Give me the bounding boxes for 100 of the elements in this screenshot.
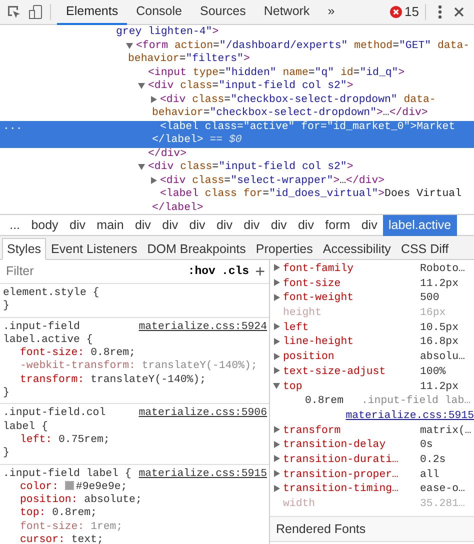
breadcrumb-item[interactable]: label.active [382,214,457,236]
property-name: font-weight [283,291,355,306]
panel-tab[interactable]: Network [254,0,319,24]
css-selector: .input-field.col [3,407,106,421]
expanded-triangle-icon[interactable] [138,82,145,90]
collapsed-triangle-icon[interactable] [273,352,280,360]
more-ellipsis[interactable]: ... [3,120,22,134]
collapsed-triangle-icon[interactable] [150,96,157,103]
collapsed-triangle-icon[interactable] [273,279,280,286]
expanded-triangle-icon[interactable] [138,163,145,170]
property-name: line-height [283,335,355,350]
breadcrumb-item[interactable]: div [238,214,266,236]
more-options-icon[interactable] [438,5,442,19]
property-value: 0s [420,438,433,453]
css-declaration: cursor: text; [19,534,104,544]
collapsed-triangle-icon[interactable] [273,264,280,272]
property-name: text-size-adjust [283,364,387,380]
collapsed-triangle-icon[interactable] [273,484,280,492]
property-value: ease-o… [420,482,465,498]
property-value: 10.5px [420,320,458,336]
closing-brace: } [3,300,10,314]
color-swatch[interactable] [64,480,74,490]
hover-state-toggle[interactable]: :hov [188,262,216,280]
code-line: <div class="select-wrapper">…</div> [160,174,385,186]
breadcrumb-item[interactable]: div [210,214,238,236]
collapsed-triangle-icon[interactable] [273,440,280,448]
collapsed-triangle-icon[interactable] [273,455,280,462]
panel-tab[interactable]: Event Listeners [46,238,142,260]
property-name: transform [283,424,342,438]
closing-brace: } [3,387,10,400]
css-selector: .input-field [3,320,80,334]
css-selector: .input-field lab… [361,394,471,409]
more-tabs-button[interactable]: » [318,0,344,24]
panel-tab[interactable]: Styles [2,238,46,260]
panel-tab[interactable]: Console [127,0,191,24]
breadcrumb-item[interactable]: div [184,214,211,236]
class-toggle[interactable]: .cls [221,262,250,280]
property-name: position [283,350,336,365]
expanded-triangle-icon[interactable] [273,382,280,389]
property-value: 11.2px [420,380,458,394]
collapsed-triangle-icon[interactable] [273,470,280,478]
property-name: font-size [283,276,342,292]
breadcrumb-item[interactable]: div [129,214,157,236]
breadcrumb-item[interactable]: div [356,214,383,236]
collapsed-triangle-icon[interactable] [273,367,280,374]
property-value: Roboto… [420,262,465,277]
css-selector: label { [3,420,48,434]
collapsed-triangle-icon[interactable] [273,323,280,330]
property-value: 100% [420,364,446,380]
code-line: <div class="checkbox-select-dropdown" data- [160,94,436,106]
code-line: </div> [148,148,186,160]
property-name: transition-proper… [283,468,400,482]
panel-tab[interactable]: Accessibility [318,238,396,260]
css-declaration: font-size: 1rem; [19,520,124,534]
breadcrumb-item[interactable]: div [265,214,292,236]
css-declaration: top: 0.8rem; [19,507,98,521]
css-declaration: font-size: 0.8rem; [19,347,136,360]
panel-tab[interactable]: DOM Breakpoints [142,238,251,260]
breadcrumb-item[interactable]: form [320,214,356,236]
code-line: </label> [152,202,204,214]
code-line: <input type="hidden" name="q" id="id_q"> [148,66,405,78]
filter-field[interactable]: Filter [4,261,144,282]
new-rule-button[interactable]: + [255,258,265,284]
property-name: transition-durati… [283,452,400,468]
css-declaration: transform: translateY(-140%); [19,374,208,388]
breadcrumb-item[interactable]: div [292,214,320,236]
panel-tab[interactable]: Sources [190,0,255,24]
code-line: <label class="active" for="id_market_0">Market [160,120,456,132]
code-line: <form action="/dashboard/experts" method="GET" data- [136,40,470,52]
collapsed-triangle-icon[interactable] [273,426,280,433]
breadcrumb-item[interactable]: ... [4,214,26,236]
source-link[interactable]: materialize.css:5915 [138,468,267,481]
code-line: behavior="checkbox-select-dropdown">…</div> [152,107,428,119]
device-toolbar-icon[interactable] [28,4,44,20]
panel-tab[interactable]: Properties [250,238,318,260]
breadcrumb-item[interactable]: main [91,214,130,236]
source-link[interactable]: materialize.css:5915 [346,410,474,422]
source-link[interactable]: materialize.css:5924 [138,320,267,334]
panel-tab[interactable]: CSS Diff [396,238,454,260]
breadcrumb-item[interactable]: div [156,214,184,236]
breadcrumb-item[interactable]: body [26,214,64,236]
breadcrumb-item[interactable]: div [64,214,92,236]
property-value: 500 [420,291,440,306]
code-line: <label class for="id_does_virtual">Does Virtual [160,188,462,200]
expanded-triangle-icon[interactable] [126,42,133,49]
code-line: <div class="input-field col s2"> [148,80,354,92]
close-icon[interactable] [454,7,464,17]
panel-tab[interactable]: Elements [57,0,128,24]
collapsed-triangle-icon[interactable] [273,294,280,301]
css-selector: .input-field label { [3,468,132,481]
source-link[interactable]: materialize.css:5906 [138,407,267,421]
css-declaration: left: 0.75rem; [19,434,111,448]
property-value: 11.2px [420,276,458,292]
collapsed-triangle-icon[interactable] [273,338,280,345]
property-value: matrix(… [420,424,472,438]
error-count[interactable]: 15 [404,2,419,22]
code-line: </label> == $0 [152,134,242,146]
inspect-icon[interactable] [6,4,22,20]
property-value: absolu… [420,350,465,365]
collapsed-triangle-icon[interactable] [150,176,157,184]
